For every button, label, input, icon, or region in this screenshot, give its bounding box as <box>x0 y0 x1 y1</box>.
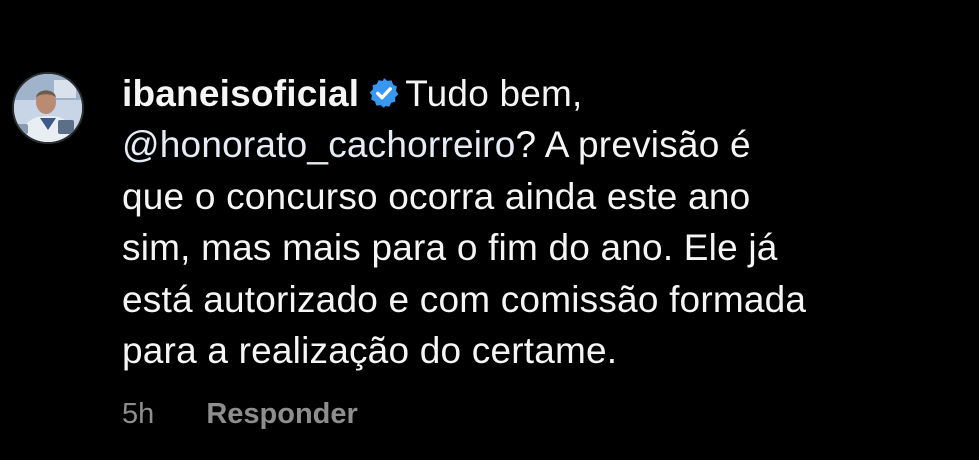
comment: ibaneisoficial Tudo bem, @honorato_cachor… <box>0 0 979 460</box>
username-link[interactable]: ibaneisoficial <box>122 73 359 114</box>
avatar-photo <box>14 74 82 142</box>
comment-meta: 5h Responder <box>122 394 358 434</box>
timestamp: 5h <box>122 398 155 430</box>
comment-line-4: sim, mas mais para o fim do ano. Ele já <box>122 227 778 269</box>
comment-line-3: que o concurso ocorra ainda este ano <box>122 175 751 217</box>
comment-body: ibaneisoficial Tudo bem, @honorato_cachor… <box>122 68 962 376</box>
avatar[interactable] <box>12 72 84 144</box>
comment-line-1: ibaneisoficial Tudo bem, <box>122 68 962 119</box>
reply-button[interactable]: Responder <box>206 394 357 434</box>
comment-line-6: para a realização do certame. <box>122 330 618 372</box>
comment-line-2: @honorato_cachorreiro? A previsão é <box>122 119 962 170</box>
verified-badge-icon <box>367 72 401 108</box>
mention-link[interactable]: @honorato_cachorreiro <box>122 124 515 165</box>
comment-line-5: está autorizado e com comissão formada <box>122 278 807 320</box>
comment-greeting: Tudo bem, <box>405 73 583 114</box>
comment-text-segment: ? A previsão é <box>515 124 751 166</box>
